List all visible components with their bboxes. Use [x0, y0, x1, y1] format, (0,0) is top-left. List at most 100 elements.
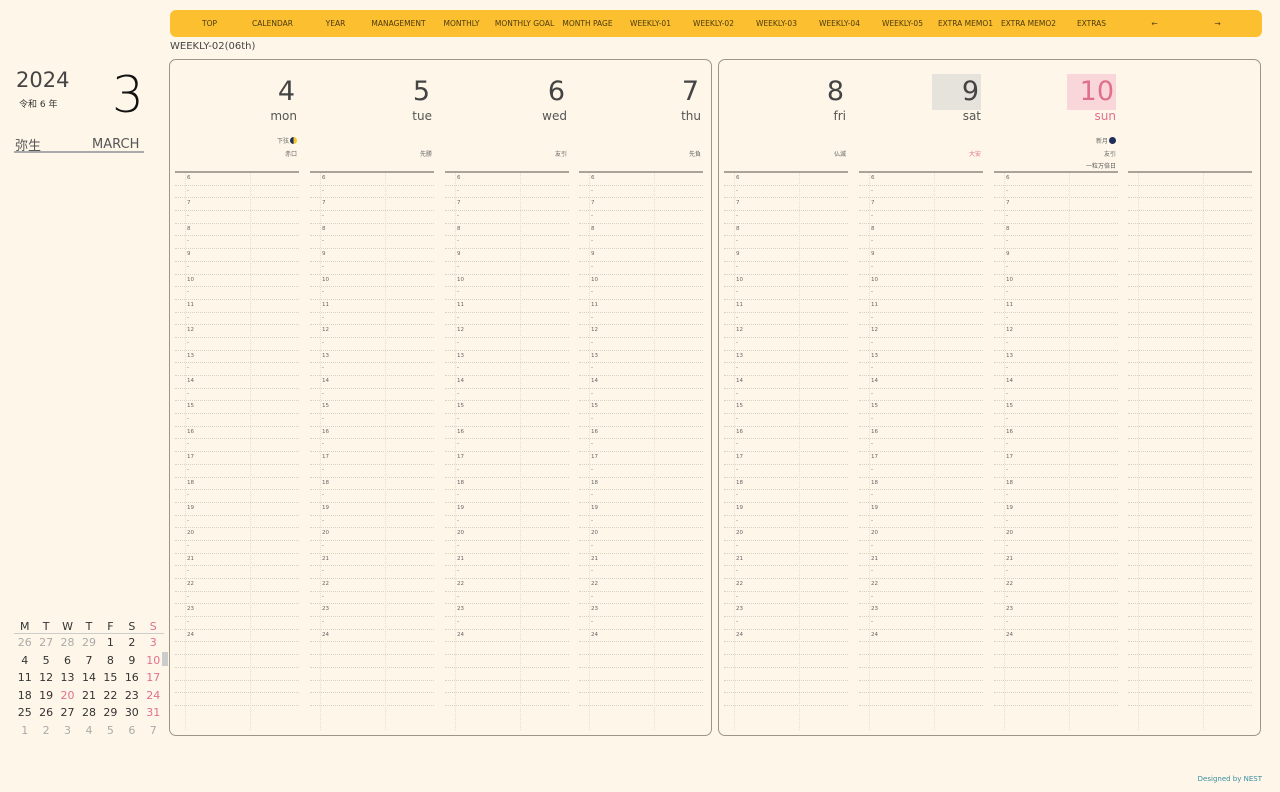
memo-row[interactable]	[1128, 655, 1252, 668]
hour-row[interactable]: 13	[994, 351, 1118, 364]
hour-row[interactable]	[1128, 452, 1252, 465]
half-hour-row[interactable]: -	[579, 211, 703, 224]
memo-row[interactable]	[579, 681, 703, 694]
memo-row[interactable]	[310, 655, 434, 668]
half-hour-row[interactable]: -	[310, 465, 434, 478]
hour-row[interactable]: 23	[859, 604, 983, 618]
half-hour-row[interactable]: -	[859, 287, 983, 300]
hour-row[interactable]: 18	[175, 478, 299, 491]
memo-row[interactable]	[175, 681, 299, 694]
half-hour-row[interactable]: -	[579, 414, 703, 427]
hour-row[interactable]: 6	[994, 173, 1118, 186]
half-hour-row[interactable]: -	[859, 186, 983, 199]
half-hour-row[interactable]	[1128, 414, 1252, 427]
calendar-day[interactable]: 12	[35, 669, 56, 687]
hour-row[interactable]: 20	[175, 528, 299, 541]
half-hour-row[interactable]: -	[859, 592, 983, 605]
nav-tab[interactable]: WEEKLY-02	[682, 19, 745, 28]
half-hour-row[interactable]: -	[579, 186, 703, 199]
half-hour-row[interactable]: -	[859, 541, 983, 554]
calendar-day[interactable]: 17	[143, 669, 164, 687]
calendar-day[interactable]: 16	[121, 669, 142, 687]
calendar-day[interactable]: 3	[143, 634, 164, 652]
memo-row[interactable]	[579, 693, 703, 706]
calendar-day[interactable]: 6	[121, 722, 142, 740]
calendar-day[interactable]: 7	[78, 652, 99, 670]
memo-row[interactable]	[445, 681, 569, 694]
hour-row[interactable]: 17	[445, 452, 569, 465]
hour-row[interactable]: 7	[175, 198, 299, 212]
half-hour-row[interactable]: -	[445, 338, 569, 351]
hour-row[interactable]: 19	[310, 503, 434, 516]
memo-row[interactable]	[445, 655, 569, 668]
half-hour-row[interactable]	[1128, 236, 1252, 250]
hour-row[interactable]: 6	[724, 173, 848, 186]
half-hour-row[interactable]: -	[175, 186, 299, 199]
hour-row[interactable]: 23	[994, 604, 1118, 618]
memo-row[interactable]	[994, 693, 1118, 706]
memo-row[interactable]	[859, 642, 983, 656]
memo-row[interactable]	[445, 668, 569, 681]
half-hour-row[interactable]: -	[310, 262, 434, 275]
memo-row[interactable]	[859, 655, 983, 668]
hour-row[interactable]	[1128, 630, 1252, 643]
hour-row[interactable]: 14	[579, 376, 703, 389]
half-hour-row[interactable]: -	[175, 592, 299, 605]
nav-tab[interactable]: MONTHLY	[430, 19, 493, 28]
hour-row[interactable]: 24	[445, 630, 569, 643]
nav-tab[interactable]: WEEKLY-04	[808, 19, 871, 28]
half-hour-row[interactable]: -	[310, 313, 434, 326]
hour-row[interactable]: 19	[994, 503, 1118, 516]
memo-row[interactable]	[310, 642, 434, 656]
half-hour-row[interactable]: -	[310, 592, 434, 605]
half-hour-row[interactable]: -	[579, 490, 703, 503]
calendar-day[interactable]: 23	[121, 687, 142, 705]
calendar-day[interactable]: 6	[57, 652, 78, 670]
nav-tab[interactable]: →	[1186, 19, 1249, 28]
hour-row[interactable]: 21	[579, 554, 703, 567]
hour-row[interactable]: 8	[445, 224, 569, 237]
nav-tab[interactable]: WEEKLY-01	[619, 19, 682, 28]
half-hour-row[interactable]: -	[859, 236, 983, 250]
half-hour-row[interactable]: -	[445, 541, 569, 554]
half-hour-row[interactable]: -	[724, 414, 848, 427]
hour-row[interactable]: 16	[994, 427, 1118, 440]
nav-tab[interactable]: MONTHLY GOAL	[493, 19, 556, 28]
calendar-day[interactable]: 3	[57, 722, 78, 740]
half-hour-row[interactable]	[1128, 439, 1252, 453]
hour-row[interactable]: 20	[859, 528, 983, 541]
hour-row[interactable]: 17	[724, 452, 848, 465]
memo-row[interactable]	[994, 655, 1118, 668]
memo-row[interactable]	[724, 681, 848, 694]
half-hour-row[interactable]: -	[310, 287, 434, 300]
hour-row[interactable]: 24	[724, 630, 848, 643]
hour-row[interactable]: 22	[579, 579, 703, 592]
half-hour-row[interactable]: -	[724, 236, 848, 250]
hour-row[interactable]: 18	[310, 478, 434, 491]
calendar-day[interactable]: 30	[121, 704, 142, 722]
calendar-day[interactable]: 31	[143, 704, 164, 722]
half-hour-row[interactable]: -	[579, 541, 703, 554]
hour-row[interactable]: 7	[445, 198, 569, 212]
hour-row[interactable]: 18	[994, 478, 1118, 491]
half-hour-row[interactable]: -	[724, 287, 848, 300]
half-hour-row[interactable]: -	[994, 566, 1118, 579]
hour-row[interactable]: 8	[994, 224, 1118, 237]
half-hour-row[interactable]: -	[175, 516, 299, 529]
half-hour-row[interactable]: -	[724, 516, 848, 529]
hour-row[interactable]: 10	[175, 275, 299, 288]
nav-tab[interactable]: WEEKLY-05	[871, 19, 934, 28]
half-hour-row[interactable]: -	[724, 465, 848, 478]
half-hour-row[interactable]: -	[310, 490, 434, 503]
hour-row[interactable]: 8	[310, 224, 434, 237]
half-hour-row[interactable]: -	[175, 465, 299, 478]
half-hour-row[interactable]	[1128, 465, 1252, 478]
hour-row[interactable]: 10	[310, 275, 434, 288]
hour-row[interactable]	[1128, 427, 1252, 440]
hour-row[interactable]: 17	[859, 452, 983, 465]
half-hour-row[interactable]: -	[310, 211, 434, 224]
half-hour-row[interactable]: -	[994, 236, 1118, 250]
half-hour-row[interactable]	[1128, 186, 1252, 199]
memo-row[interactable]	[175, 655, 299, 668]
hour-row[interactable]: 21	[310, 554, 434, 567]
